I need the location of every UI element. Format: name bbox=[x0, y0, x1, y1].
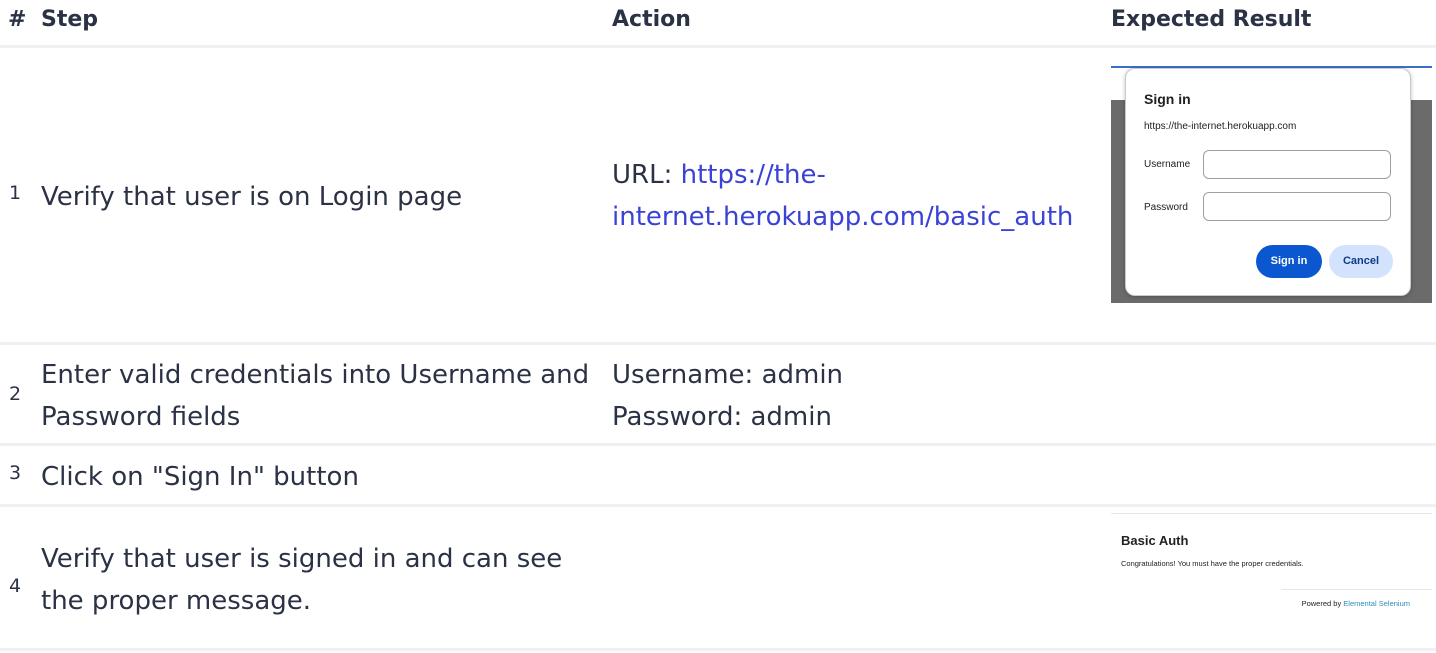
header-step: Step bbox=[41, 7, 99, 32]
row-2-action: Username: admin Password: admin bbox=[612, 354, 843, 438]
row-1-divider bbox=[0, 342, 1436, 345]
header-expected-result: Expected Result bbox=[1111, 7, 1312, 32]
username-label: Username bbox=[1144, 159, 1191, 170]
success-message: Congratulations! You must have the prope… bbox=[1121, 559, 1304, 568]
footer-divider bbox=[1281, 589, 1432, 590]
url-link-continued[interactable]: internet.herokuapp.com/basic_auth bbox=[612, 202, 1073, 232]
username-credential: Username: admin bbox=[612, 360, 844, 390]
row-4-number: 4 bbox=[9, 575, 22, 597]
header-action: Action bbox=[612, 7, 691, 32]
password-label: Password bbox=[1144, 202, 1188, 213]
sign-in-dialog-screenshot: Sign in https://the-internet.herokuapp.c… bbox=[1111, 66, 1432, 303]
row-2-number: 2 bbox=[9, 383, 22, 405]
row-4-divider bbox=[0, 648, 1436, 651]
page-top-divider bbox=[1111, 513, 1432, 514]
password-field[interactable] bbox=[1203, 192, 1391, 221]
row-2-divider bbox=[0, 443, 1436, 446]
powered-by-footer: Powered by Elemental Selenium bbox=[1302, 599, 1410, 608]
url-link[interactable]: https://the- bbox=[681, 160, 826, 190]
row-1-number: 1 bbox=[9, 182, 22, 204]
elemental-selenium-link[interactable]: Elemental Selenium bbox=[1343, 599, 1410, 608]
powered-by-text: Powered by bbox=[1301, 599, 1344, 608]
cancel-button[interactable]: Cancel bbox=[1329, 245, 1393, 278]
test-case-table: # Step Action Expected Result 1 Verify t… bbox=[0, 0, 1436, 653]
basic-auth-heading: Basic Auth bbox=[1121, 533, 1189, 548]
row-1-step: Verify that user is on Login page bbox=[41, 182, 463, 212]
password-credential: Password: admin bbox=[612, 402, 832, 432]
dialog-title: Sign in bbox=[1144, 91, 1191, 107]
row-3-number: 3 bbox=[9, 462, 22, 484]
row-4-step: Verify that user is signed in and can se… bbox=[41, 538, 562, 622]
header-number: # bbox=[8, 7, 27, 32]
dialog-site-url: https://the-internet.herokuapp.com bbox=[1144, 121, 1297, 132]
row-2-step: Enter valid credentials into Username an… bbox=[41, 354, 589, 438]
username-field[interactable] bbox=[1203, 150, 1391, 179]
row-4-step-line-1: Verify that user is signed in and can se… bbox=[41, 544, 563, 574]
header-divider bbox=[0, 45, 1436, 48]
row-2-step-line-1: Enter valid credentials into Username an… bbox=[41, 360, 590, 390]
url-label: URL: bbox=[612, 160, 681, 190]
sign-in-button[interactable]: Sign in bbox=[1256, 245, 1322, 278]
row-2-step-line-2: Password fields bbox=[41, 402, 241, 432]
row-4-step-line-2: the proper message. bbox=[41, 586, 312, 616]
row-1-action: URL: https://the- internet.herokuapp.com… bbox=[612, 154, 1073, 238]
row-3-step: Click on "Sign In" button bbox=[41, 462, 359, 492]
sign-in-dialog: Sign in https://the-internet.herokuapp.c… bbox=[1125, 68, 1411, 296]
basic-auth-page-screenshot: Basic Auth Congratulations! You must hav… bbox=[1111, 513, 1432, 629]
row-3-divider bbox=[0, 504, 1436, 507]
